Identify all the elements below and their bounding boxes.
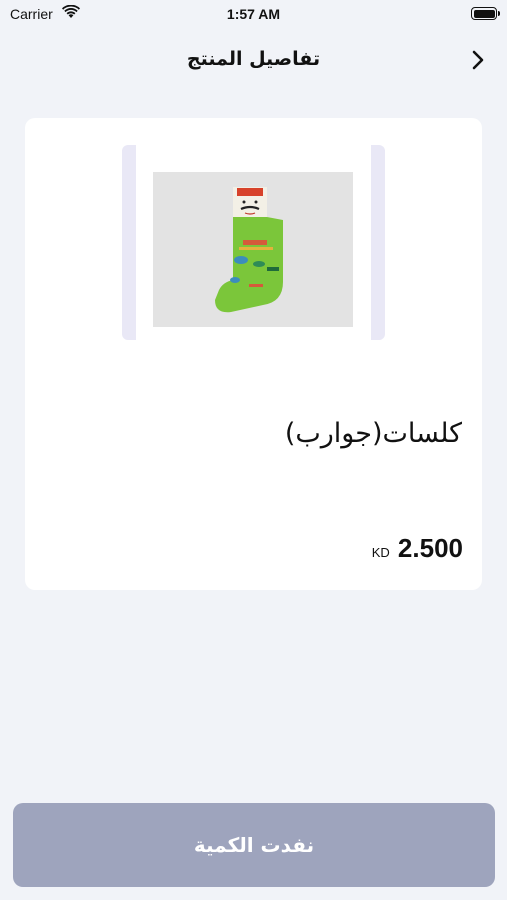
price-currency: KD <box>371 545 390 560</box>
price-row: KD 2.500 <box>372 533 463 564</box>
sock-illustration <box>153 172 353 327</box>
status-time: 1:57 AM <box>226 6 281 22</box>
product-image-container <box>136 145 371 340</box>
product-name: كلسات(جوارب) <box>284 418 462 449</box>
navigation-header: تفاصيل المنتج <box>0 40 507 80</box>
chevron-right-icon[interactable] <box>463 45 493 75</box>
product-price: 2.500 <box>397 533 463 563</box>
battery-icon <box>471 7 500 20</box>
product-image-frame <box>122 145 385 340</box>
page-title: تفاصيل المنتج <box>186 48 321 70</box>
out-of-stock-button[interactable]: نفدت الكمية <box>13 803 495 887</box>
status-bar: Carrier 1:57 AM <box>0 0 507 28</box>
product-image <box>153 172 353 327</box>
product-card: كلسات(جوارب) KD 2.500 <box>25 118 482 590</box>
